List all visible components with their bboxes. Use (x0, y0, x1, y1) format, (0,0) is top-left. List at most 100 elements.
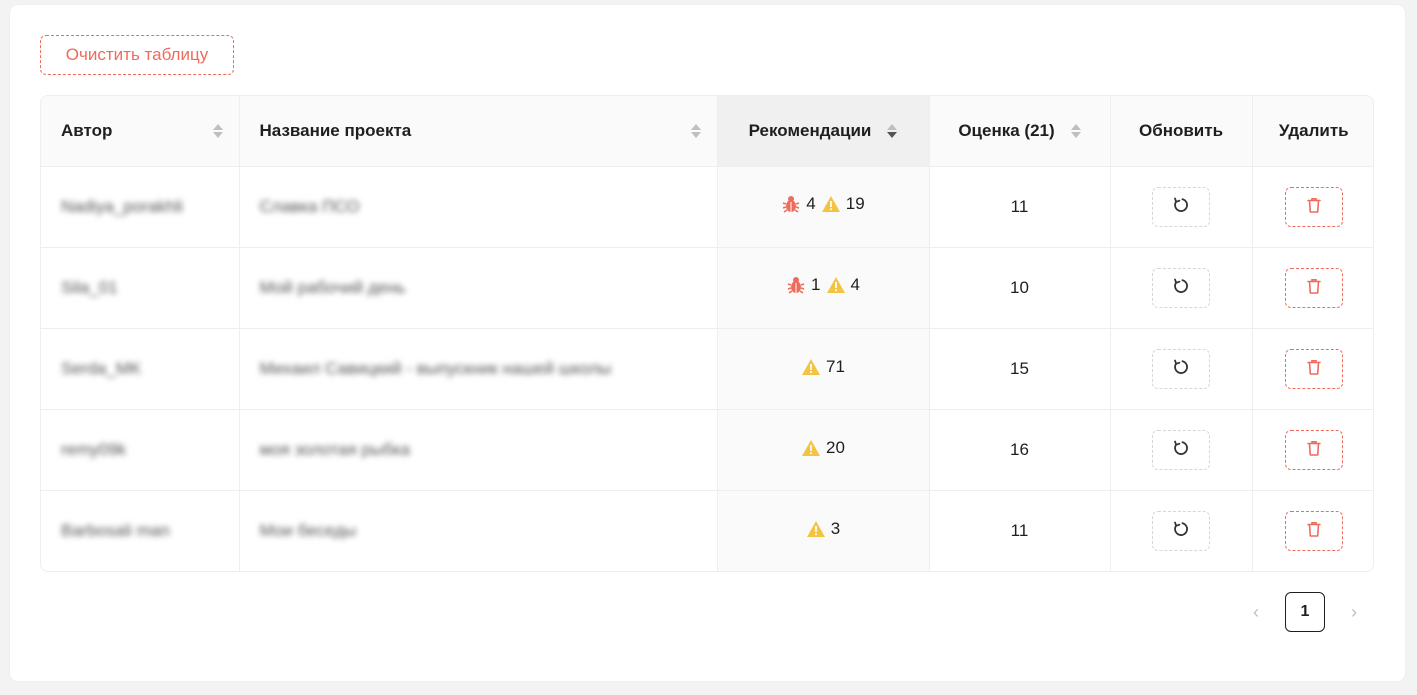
refresh-icon (1172, 277, 1190, 298)
refresh-button[interactable] (1152, 429, 1210, 470)
delete-button[interactable] (1284, 348, 1343, 389)
bug-count: 4 (806, 194, 816, 213)
table-row: Sila_01 Мой рабочий день 1 4 10 (41, 247, 1373, 329)
column-header-project[interactable]: Название проекта (239, 96, 718, 167)
score-value: 16 (1010, 439, 1029, 459)
recommendations-cell: 20 (717, 409, 930, 491)
score-value: 11 (1010, 520, 1029, 540)
bug-count: 1 (811, 275, 821, 294)
score-value: 11 (1010, 196, 1029, 216)
author-cell: Barbosali man (41, 490, 240, 571)
column-header-refresh: Обновить (1110, 96, 1253, 167)
warning-count: 19 (845, 194, 865, 213)
clear-table-button[interactable]: Очистить таблицу (40, 35, 234, 75)
delete-cell (1252, 328, 1373, 410)
refresh-icon (1172, 520, 1190, 541)
sort-icon[interactable] (887, 123, 898, 138)
sort-icon[interactable] (212, 123, 223, 138)
delete-cell (1252, 247, 1373, 329)
trash-icon (1305, 439, 1323, 460)
author-cell: Sila_01 (41, 247, 240, 329)
project-cell[interactable]: Мой рабочий день (239, 247, 718, 329)
project-name[interactable]: моя золотая рыбка (260, 440, 411, 459)
pagination: ‹ 1 › (1245, 592, 1365, 632)
project-cell[interactable]: Славка ПСО (239, 166, 718, 248)
recommendations-cell: 1 4 (717, 247, 930, 329)
delete-cell (1252, 409, 1373, 491)
refresh-cell (1110, 328, 1253, 410)
projects-table: Автор Название проекта Рекомендации Оцен… (40, 95, 1374, 572)
author-name: Sila_01 (61, 277, 118, 297)
table-row: Serda_MK Михаил Савицкий - выпускник наш… (41, 328, 1373, 410)
column-header-label: Рекомендации (748, 120, 872, 140)
refresh-button[interactable] (1152, 510, 1210, 551)
content-card: Очистить таблицу Автор Название проекта (10, 5, 1405, 681)
table-row: Nadiya_porakhli Славка ПСО 4 19 11 (41, 166, 1373, 248)
project-name[interactable]: Славка ПСО (260, 197, 360, 216)
warning-icon (801, 358, 821, 376)
score-value: 10 (1010, 277, 1029, 297)
delete-cell (1252, 166, 1373, 248)
refresh-cell (1110, 490, 1253, 571)
warning-count: 3 (830, 518, 841, 538)
column-header-score[interactable]: Оценка (21) (929, 96, 1111, 167)
warning-icon (826, 276, 846, 294)
delete-button[interactable] (1284, 267, 1343, 308)
warning-icon (806, 520, 826, 538)
project-cell[interactable]: Михаил Савицкий - выпускник нашей школы (239, 328, 718, 410)
column-header-label: Автор (61, 120, 113, 140)
warning-count: 4 (850, 275, 860, 294)
refresh-cell (1110, 247, 1253, 329)
trash-icon (1305, 277, 1323, 298)
score-cell: 16 (929, 409, 1111, 491)
project-cell[interactable]: моя золотая рыбка (239, 409, 718, 491)
author-name: Nadiya_porakhli (61, 196, 183, 216)
delete-cell (1252, 490, 1373, 571)
warning-icon (821, 195, 841, 213)
warning-count: 71 (826, 356, 845, 376)
author-name: Barbosali man (61, 520, 170, 540)
column-header-author[interactable]: Автор (41, 96, 240, 167)
chevron-left-icon[interactable]: ‹ (1245, 602, 1267, 623)
delete-button[interactable] (1284, 186, 1343, 227)
warning-icon (801, 439, 821, 457)
recommendations-cell: 4 19 (717, 166, 930, 248)
refresh-icon (1172, 439, 1190, 460)
refresh-button[interactable] (1152, 186, 1210, 227)
refresh-icon (1172, 196, 1190, 217)
project-name[interactable]: Михаил Савицкий - выпускник нашей школы (260, 359, 612, 378)
project-cell[interactable]: Мои беседы (239, 490, 718, 571)
column-header-recommendations[interactable]: Рекомендации (717, 96, 930, 167)
project-name[interactable]: Мои беседы (260, 521, 357, 540)
column-header-delete: Удалить (1252, 96, 1373, 167)
delete-button[interactable] (1284, 429, 1343, 470)
author-name: Serda_MK (61, 358, 142, 378)
recommendations-cell: 3 (717, 490, 930, 571)
score-cell: 11 (929, 490, 1111, 571)
warning-count: 20 (826, 437, 845, 457)
refresh-icon (1172, 358, 1190, 379)
author-cell: Nadiya_porakhli (41, 166, 240, 248)
delete-button[interactable] (1284, 510, 1343, 551)
bug-icon (781, 194, 801, 214)
refresh-cell (1110, 166, 1253, 248)
table-row: remy09k моя золотая рыбка 20 16 (41, 409, 1373, 491)
page-1-button[interactable]: 1 (1285, 592, 1325, 632)
score-value: 15 (1010, 358, 1029, 378)
score-cell: 10 (929, 247, 1111, 329)
chevron-right-icon[interactable]: › (1343, 602, 1365, 623)
trash-icon (1305, 358, 1323, 379)
table-row: Barbosali man Мои беседы 3 11 (41, 490, 1373, 571)
recommendations-cell: 71 (717, 328, 930, 410)
sort-icon[interactable] (1070, 123, 1081, 138)
refresh-button[interactable] (1152, 267, 1210, 308)
bug-icon (786, 275, 806, 295)
column-header-label: Оценка (21) (958, 120, 1055, 140)
project-name[interactable]: Мой рабочий день (260, 278, 406, 297)
sort-icon[interactable] (690, 123, 701, 138)
refresh-button[interactable] (1152, 348, 1210, 389)
score-cell: 15 (929, 328, 1111, 410)
column-header-label: Удалить (1278, 120, 1349, 140)
author-cell: Serda_MK (41, 328, 240, 410)
author-name: remy09k (61, 439, 127, 459)
